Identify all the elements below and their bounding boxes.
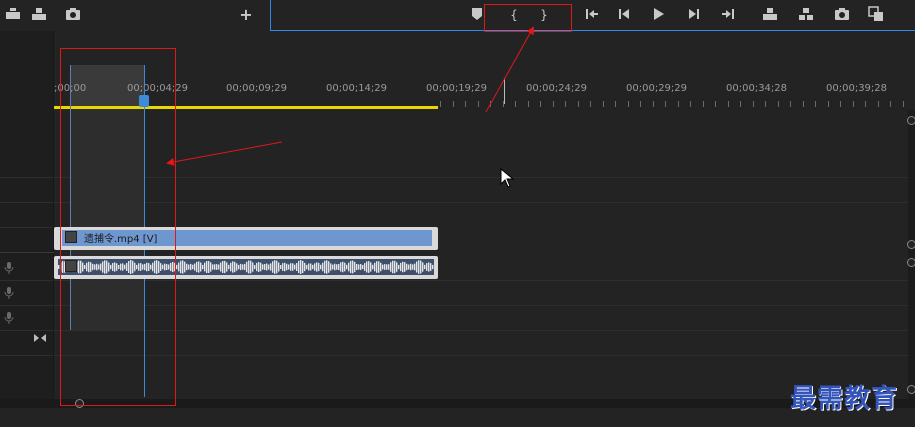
microphone-icon[interactable]: [3, 261, 15, 275]
step-back-icon[interactable]: [615, 6, 633, 24]
ruler-tick: [790, 101, 791, 107]
track-divider: [0, 330, 53, 331]
track-headers: [0, 31, 54, 401]
ruler-tick: [453, 101, 454, 107]
ruler-tick: [865, 101, 866, 107]
scroll-knob[interactable]: [907, 385, 915, 394]
ruler-tick: [478, 101, 479, 107]
ruler-tick: [803, 101, 804, 107]
scroll-knob[interactable]: [907, 258, 915, 267]
track-divider: [0, 202, 53, 203]
ruler-tick: [628, 101, 629, 107]
ruler-label: 00;00;19;29: [426, 83, 488, 94]
ruler-tick: [753, 101, 754, 107]
ruler-tick: [603, 101, 604, 107]
extract-icon[interactable]: [797, 6, 815, 24]
ruler-tick: [828, 101, 829, 107]
compare-icon[interactable]: [867, 6, 885, 24]
ruler-tick: [653, 101, 654, 107]
ruler-label: 00;00;09;29: [226, 83, 288, 94]
add-button[interactable]: +: [237, 6, 255, 24]
go-to-in-icon[interactable]: [583, 6, 601, 24]
ruler-tick: [578, 101, 579, 107]
ruler-tick: [678, 101, 679, 107]
track-line: [54, 305, 908, 306]
ruler-tick: [853, 101, 854, 107]
ruler-tick: [440, 101, 441, 107]
camera-icon[interactable]: [64, 6, 82, 24]
ruler-label: 00;00;24;29: [526, 83, 588, 94]
scroll-knob[interactable]: [907, 116, 915, 125]
ruler-tick: [878, 101, 879, 107]
track-divider: [0, 280, 53, 281]
track-line: [54, 177, 908, 178]
ruler-tick: [515, 101, 516, 107]
ruler-tick: [778, 101, 779, 107]
ruler-tick: [890, 101, 891, 107]
annotation-box-mark-buttons: [484, 4, 572, 32]
go-to-out-icon[interactable]: [719, 6, 737, 24]
export-frame-icon[interactable]: [833, 6, 851, 24]
microphone-icon[interactable]: [3, 311, 15, 325]
ruler-tick: [565, 101, 566, 107]
track-line: [54, 280, 908, 281]
ruler-label: 00;00;29;29: [626, 83, 688, 94]
ruler-tick: [903, 101, 904, 107]
ruler-tick: [528, 101, 529, 107]
vertical-scrollbar[interactable]: [908, 110, 915, 400]
ruler-tick: [590, 101, 591, 107]
ruler-tick: [465, 101, 466, 107]
play-icon[interactable]: [649, 6, 667, 24]
mouse-cursor-icon: [500, 168, 514, 188]
ruler-tick: [765, 101, 766, 107]
scroll-knob[interactable]: [907, 240, 915, 249]
ruler-tick: [740, 101, 741, 107]
ruler-tick: [640, 101, 641, 107]
ruler-tick: [728, 101, 729, 107]
timeline-toolbar: +: [0, 0, 270, 31]
track-divider: [0, 177, 53, 178]
ruler-tick: [690, 101, 691, 107]
ruler-tick: [490, 101, 491, 107]
bottom-bar: [0, 408, 915, 427]
ruler-tick: [703, 101, 704, 107]
track-line: [54, 330, 908, 331]
microphone-icon[interactable]: [3, 286, 15, 300]
master-track-icon[interactable]: [33, 333, 47, 343]
program-monitor-toolbar: { }: [270, 0, 915, 31]
cursor-position-line: [504, 78, 505, 104]
track-line: [54, 355, 908, 356]
ruler-label: 00;00;39;28: [826, 83, 888, 94]
annotation-box-in-out-range: [60, 48, 176, 406]
step-forward-icon[interactable]: [685, 6, 703, 24]
ruler-tick: [715, 101, 716, 107]
ruler-tick: [553, 101, 554, 107]
lift-icon[interactable]: [4, 6, 22, 24]
ruler-tick: [615, 101, 616, 107]
ruler-label: 00;00;14;29: [326, 83, 388, 94]
track-divider: [0, 227, 53, 228]
track-divider: [0, 355, 53, 356]
ruler-tick: [540, 101, 541, 107]
export-frame-icon[interactable]: [30, 6, 48, 24]
track-line: [54, 202, 908, 203]
ruler-tick: [815, 101, 816, 107]
track-divider: [0, 305, 53, 306]
ruler-tick: [840, 101, 841, 107]
ruler-tick: [665, 101, 666, 107]
lift-icon[interactable]: [761, 6, 779, 24]
watermark-text: 最需教育: [790, 384, 899, 414]
ruler-label: 00;00;34;28: [726, 83, 788, 94]
